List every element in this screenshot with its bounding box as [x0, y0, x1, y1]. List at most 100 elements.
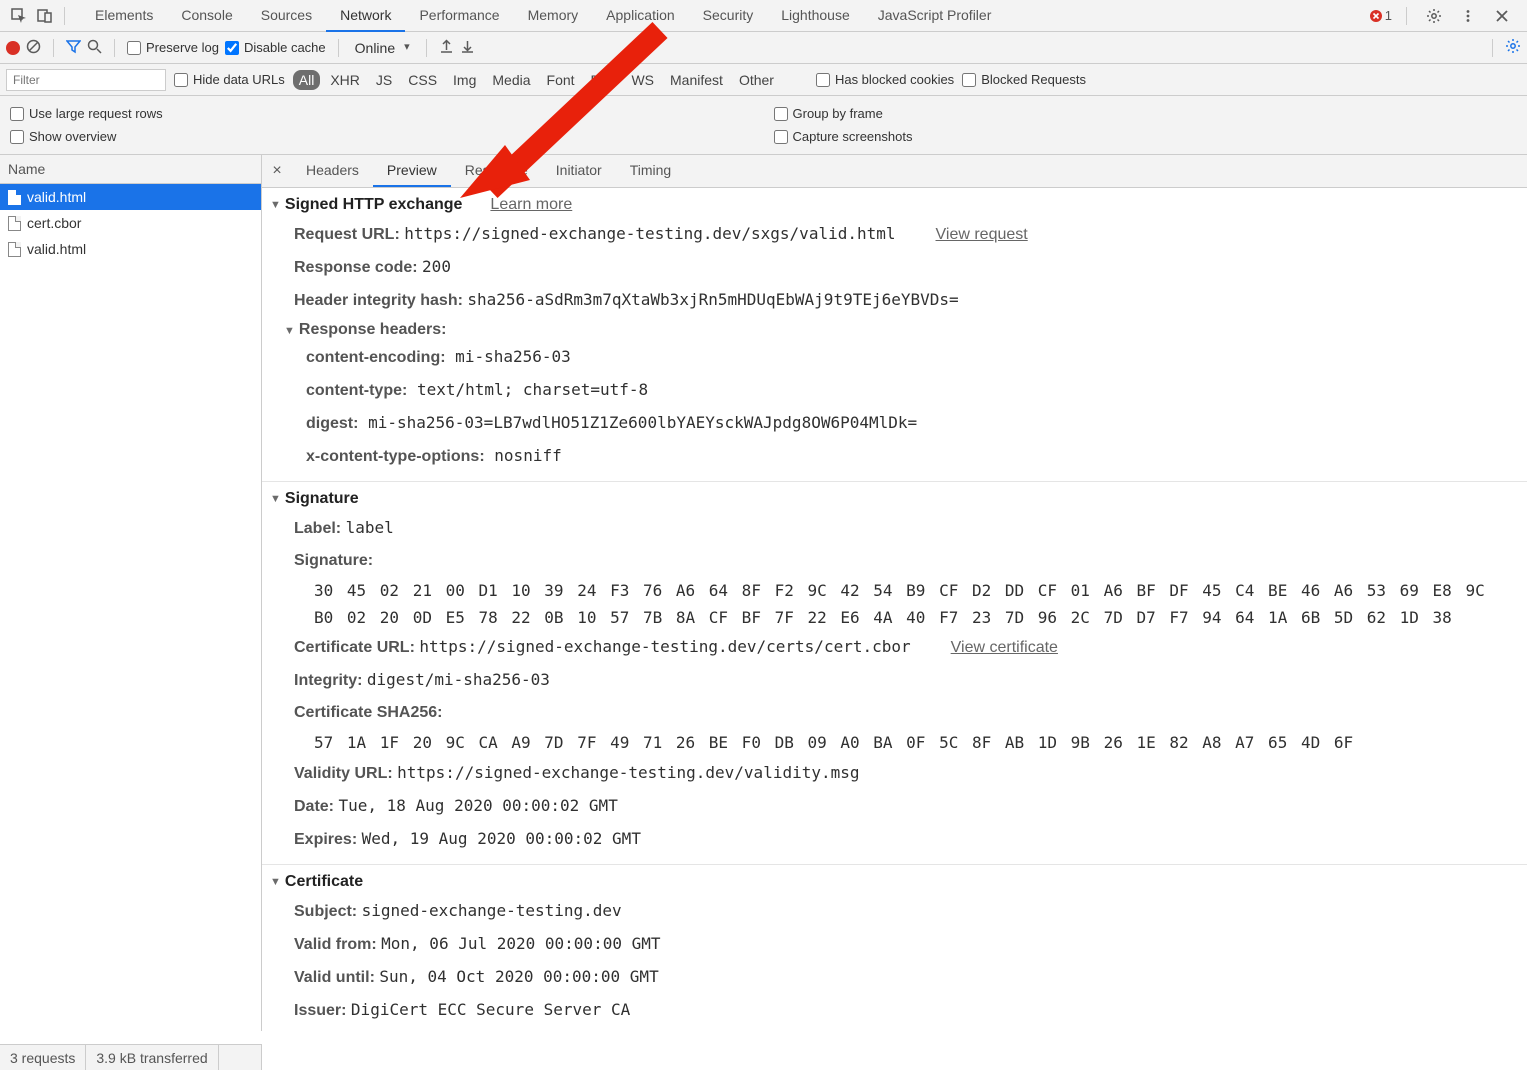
issuer-value: DigiCert ECC Secure Server CA [351, 1000, 630, 1019]
sig-label-value: label [346, 518, 394, 537]
valid-until-label: Valid until: [294, 969, 375, 986]
separator [114, 39, 115, 57]
sxg-title[interactable]: ▼ Signed HTTP exchange Learn more [270, 192, 1519, 218]
group-by-frame-checkbox[interactable]: Group by frame [774, 102, 1518, 125]
file-icon [8, 216, 21, 231]
cert-sha-value: 57 1A 1F 20 9C CA A9 7D 7F 49 71 26 BE F… [270, 729, 1519, 756]
signature-section: ▼Signature Label: label Signature: 30 45… [262, 482, 1527, 865]
search-icon[interactable] [87, 39, 102, 57]
capture-screenshots-checkbox[interactable]: Capture screenshots [774, 125, 1518, 148]
type-filter-css[interactable]: CSS [402, 70, 443, 90]
header-name: x-content-type-options: [306, 448, 485, 465]
hide-data-urls-checkbox[interactable]: Hide data URLs [174, 72, 285, 87]
group-by-frame-label: Group by frame [793, 106, 883, 121]
close-devtools-icon[interactable] [1489, 3, 1515, 29]
type-filter-manifest[interactable]: Manifest [664, 70, 729, 90]
throttling-select[interactable]: Online [351, 40, 414, 56]
date-value: Tue, 18 Aug 2020 00:00:02 GMT [338, 796, 617, 815]
request-item[interactable]: valid.html [0, 184, 261, 210]
main-tab-console[interactable]: Console [167, 0, 246, 32]
request-item[interactable]: valid.html [0, 236, 261, 262]
main-tab-lighthouse[interactable]: Lighthouse [767, 0, 864, 32]
detail-tab-preview[interactable]: Preview [373, 155, 451, 187]
large-rows-checkbox[interactable]: Use large request rows [10, 102, 754, 125]
view-certificate-link[interactable]: View certificate [951, 639, 1058, 656]
certificate-title[interactable]: ▼Certificate [270, 869, 1519, 895]
upload-har-icon[interactable] [439, 39, 454, 57]
main-tab-application[interactable]: Application [592, 0, 689, 32]
resource-type-filters: AllXHRJSCSSImgMediaFontDocWSManifestOthe… [293, 70, 780, 90]
disable-cache-label: Disable cache [244, 40, 326, 55]
type-filter-img[interactable]: Img [447, 70, 482, 90]
detail-tab-initiator[interactable]: Initiator [542, 155, 616, 187]
filter-bar: Hide data URLs AllXHRJSCSSImgMediaFontDo… [0, 64, 1527, 96]
download-har-icon[interactable] [460, 39, 475, 57]
filter-icon[interactable] [66, 39, 81, 57]
request-detail: × HeadersPreviewResponseInitiatorTiming … [262, 155, 1527, 1031]
main-tab-performance[interactable]: Performance [405, 0, 513, 32]
type-filter-js[interactable]: JS [370, 70, 398, 90]
type-filter-xhr[interactable]: XHR [324, 70, 366, 90]
settings-icon[interactable] [1421, 3, 1447, 29]
network-settings-icon[interactable] [1505, 38, 1521, 57]
integrity-value: digest/mi-sha256-03 [367, 670, 550, 689]
main-tab-javascript-profiler[interactable]: JavaScript Profiler [864, 0, 1006, 32]
separator [53, 39, 54, 57]
type-filter-ws[interactable]: WS [625, 70, 660, 90]
header-integrity-label: Header integrity hash: [294, 292, 463, 309]
response-code-label: Response code: [294, 259, 418, 276]
blocked-requests-checkbox[interactable]: Blocked Requests [962, 72, 1086, 87]
detail-tab-headers[interactable]: Headers [292, 155, 373, 187]
type-filter-font[interactable]: Font [541, 70, 581, 90]
inspect-icon[interactable] [6, 3, 32, 29]
type-filter-all[interactable]: All [293, 70, 321, 90]
type-filter-other[interactable]: Other [733, 70, 780, 90]
show-overview-checkbox[interactable]: Show overview [10, 125, 754, 148]
type-filter-doc[interactable]: Doc [585, 70, 622, 90]
response-headers-title[interactable]: ▼Response headers: [270, 317, 1519, 341]
main-tab-network[interactable]: Network [326, 0, 405, 32]
more-icon[interactable] [1455, 3, 1481, 29]
main-tab-memory[interactable]: Memory [514, 0, 593, 32]
device-toggle-icon[interactable] [32, 3, 58, 29]
request-list-header[interactable]: Name [0, 155, 261, 184]
separator [64, 7, 65, 25]
main-tab-elements[interactable]: Elements [81, 0, 167, 32]
filter-input[interactable] [6, 69, 166, 91]
valid-from-value: Mon, 06 Jul 2020 00:00:00 GMT [381, 934, 660, 953]
header-value: mi-sha256-03=LB7wdlHO51Z1Ze600lbYAEYsckW… [358, 413, 917, 432]
main-tab-sources[interactable]: Sources [247, 0, 326, 32]
main-tab-security[interactable]: Security [689, 0, 768, 32]
preserve-log-checkbox[interactable]: Preserve log [127, 40, 219, 55]
has-blocked-cookies-checkbox[interactable]: Has blocked cookies [816, 72, 954, 87]
close-detail-icon[interactable]: × [262, 162, 292, 180]
clear-icon[interactable] [26, 39, 41, 57]
sig-label-label: Label: [294, 520, 341, 537]
status-requests: 3 requests [0, 1045, 86, 1070]
learn-more-link[interactable]: Learn more [490, 196, 572, 214]
main-tabs: ElementsConsoleSourcesNetworkPerformance… [81, 0, 1369, 32]
record-button[interactable] [6, 41, 20, 55]
detail-tab-timing[interactable]: Timing [616, 155, 686, 187]
error-count[interactable]: 1 [1369, 8, 1392, 23]
cert-url-value: https://signed-exchange-testing.dev/cert… [419, 637, 910, 656]
validity-url-value: https://signed-exchange-testing.dev/vali… [397, 763, 859, 782]
validity-url-label: Validity URL: [294, 765, 393, 782]
request-name: cert.cbor [27, 215, 81, 231]
response-header: content-encoding: mi-sha256-03 [270, 341, 1519, 374]
status-transferred: 3.9 kB transferred [86, 1045, 218, 1070]
request-item[interactable]: cert.cbor [0, 210, 261, 236]
signature-title[interactable]: ▼Signature [270, 486, 1519, 512]
certificate-section: ▼Certificate Subject: signed-exchange-te… [262, 865, 1527, 1031]
disable-cache-checkbox[interactable]: Disable cache [225, 40, 326, 55]
request-url-value: https://signed-exchange-testing.dev/sxgs… [404, 224, 895, 243]
date-label: Date: [294, 798, 334, 815]
file-icon [8, 242, 21, 257]
type-filter-media[interactable]: Media [486, 70, 536, 90]
devtools-toolbar: ElementsConsoleSourcesNetworkPerformance… [0, 0, 1527, 32]
view-request-link[interactable]: View request [936, 226, 1028, 243]
signature-hex-2: B0 02 20 0D E5 78 22 0B 10 57 7B 8A CF B… [270, 604, 1519, 631]
separator [1492, 39, 1493, 57]
detail-tab-response[interactable]: Response [451, 155, 542, 187]
error-count-value: 1 [1385, 8, 1392, 23]
